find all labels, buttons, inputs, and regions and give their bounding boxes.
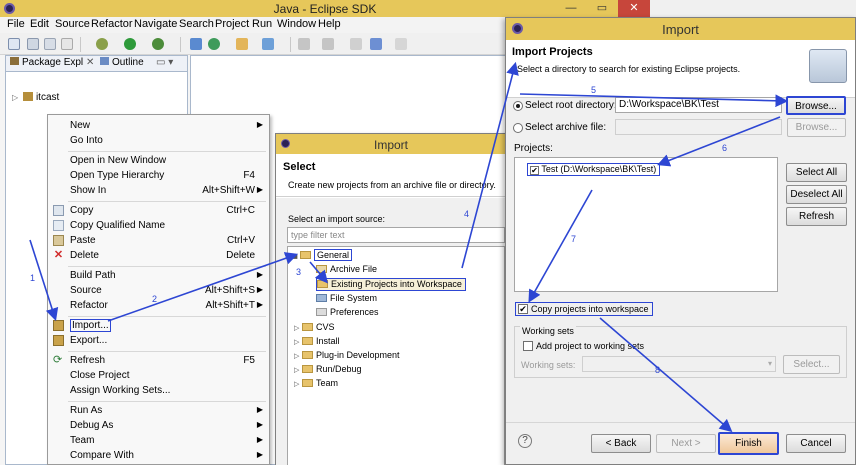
annotation-arrows: [29, 61, 789, 433]
arrow-3: [309, 261, 329, 284]
annotation-number: 3: [296, 267, 302, 277]
arrow-4: [461, 61, 519, 269]
annotation-number: 7: [571, 234, 577, 244]
annotation-number: 1: [30, 273, 36, 283]
arrow-8: [599, 317, 733, 433]
arrow-6: [657, 116, 781, 167]
annotation-number: 4: [464, 209, 470, 219]
arrow-7: [528, 189, 593, 303]
annotation-number: 5: [591, 85, 597, 95]
annotation-number: 6: [722, 143, 728, 153]
annotation-number: 2: [152, 294, 158, 304]
arrow-2: [107, 252, 299, 322]
arrow-5: [519, 93, 789, 108]
annotation-number: 8: [655, 365, 661, 375]
